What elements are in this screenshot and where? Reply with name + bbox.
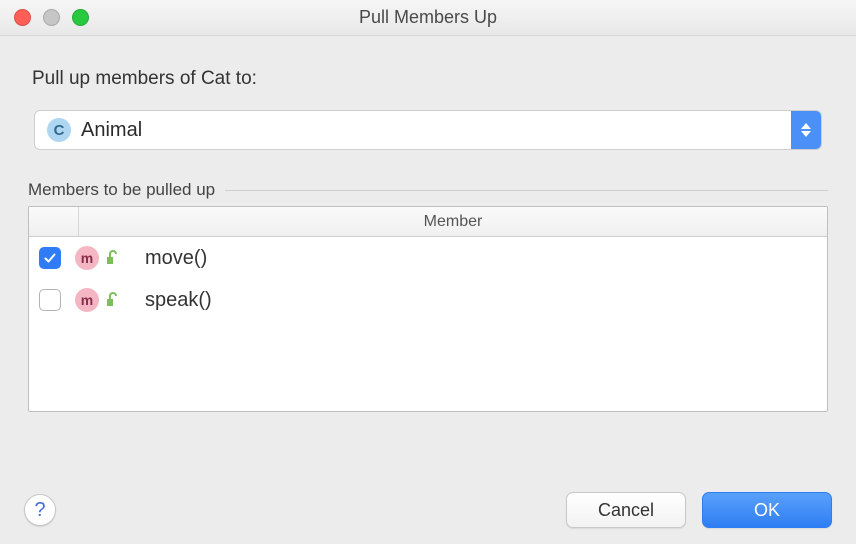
table-header: Member [29,207,827,237]
member-name: speak() [145,289,212,312]
window-title: Pull Members Up [0,7,856,28]
members-section-header: Members to be pulled up [28,180,828,200]
table-body: m move() m speak() [29,237,827,321]
members-table: Member m move() m [28,206,828,412]
method-icon: m [75,246,99,270]
window-zoom-button[interactable] [72,9,89,26]
window-controls [0,9,89,26]
dialog-footer: ? Cancel OK [0,476,856,544]
members-section-label: Members to be pulled up [28,180,215,200]
cancel-button[interactable]: Cancel [566,492,686,528]
window-minimize-button[interactable] [43,9,60,26]
table-row[interactable]: m move() [29,237,827,279]
visibility-icon [105,250,121,266]
class-icon: C [47,118,71,142]
target-class-dropdown[interactable]: C Animal [34,110,822,150]
prompt-label: Pull up members of Cat to: [32,68,828,90]
help-button[interactable]: ? [24,494,56,526]
row-checkbox[interactable] [39,289,61,311]
button-row: Cancel OK [566,492,832,528]
member-column-header: Member [79,213,827,231]
ok-button[interactable]: OK [702,492,832,528]
table-row[interactable]: m speak() [29,279,827,321]
window-close-button[interactable] [14,9,31,26]
dropdown-arrows-icon [791,111,821,149]
method-icon: m [75,288,99,312]
titlebar: Pull Members Up [0,0,856,36]
member-name: move() [145,247,207,270]
checkbox-column-header [29,207,79,236]
divider [225,190,828,191]
row-checkbox[interactable] [39,247,61,269]
visibility-icon [105,292,121,308]
dropdown-selected-label: Animal [81,119,142,142]
